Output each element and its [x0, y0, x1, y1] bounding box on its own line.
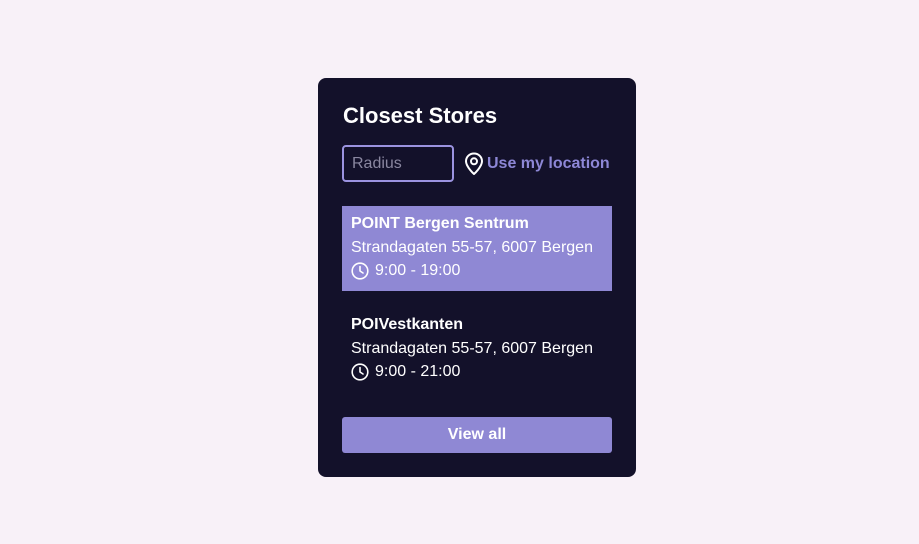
store-hours-text: 9:00 - 19:00: [375, 262, 461, 279]
view-all-button[interactable]: View all: [342, 417, 612, 453]
clock-icon: [351, 363, 369, 381]
use-my-location-button[interactable]: Use my location: [464, 152, 610, 176]
store-address: Strandagaten 55-57, 6007 Bergen: [351, 239, 593, 256]
store-hours-text: 9:00 - 21:00: [375, 363, 461, 380]
store-list: POINT Bergen Sentrum Strandagaten 55-57,…: [342, 206, 612, 408]
radius-input[interactable]: [342, 145, 454, 182]
store-item-vestkanten[interactable]: POIVestkanten Strandagaten 55-57, 6007 B…: [342, 307, 612, 392]
store-hours: 9:00 - 19:00: [351, 260, 603, 282]
use-my-location-label: Use my location: [487, 154, 610, 172]
store-address: Strandagaten 55-57, 6007 Bergen: [351, 340, 593, 357]
search-row: Use my location: [342, 145, 612, 182]
card-title: Closest Stores: [343, 103, 498, 128]
store-name: POIVestkanten: [351, 316, 464, 333]
closest-stores-card: Closest Stores Use my location POINT Ber…: [318, 78, 636, 477]
store-hours: 9:00 - 21:00: [351, 361, 603, 383]
map-pin-icon: [464, 152, 484, 176]
store-item-bergen-sentrum[interactable]: POINT Bergen Sentrum Strandagaten 55-57,…: [342, 206, 612, 291]
clock-icon: [351, 262, 369, 280]
store-name: POINT Bergen Sentrum: [351, 215, 529, 232]
